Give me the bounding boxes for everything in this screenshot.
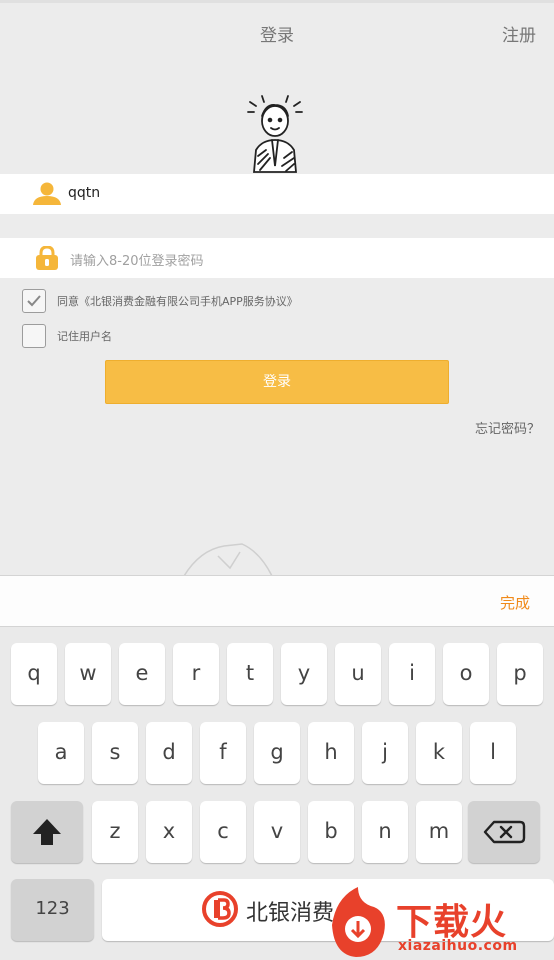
keyboard-toolbar: 完成 bbox=[0, 575, 554, 627]
agree-checkbox[interactable] bbox=[22, 289, 46, 313]
user-icon bbox=[33, 182, 61, 205]
shift-key[interactable] bbox=[11, 801, 83, 863]
key-j[interactable]: j bbox=[362, 722, 408, 784]
space-brand-text: 北银消费 bbox=[246, 901, 335, 926]
key-d[interactable]: d bbox=[146, 722, 192, 784]
checkmark-icon bbox=[27, 295, 41, 307]
remember-label: 记住用户名 bbox=[57, 330, 112, 343]
key-m[interactable]: m bbox=[416, 801, 462, 863]
key-l[interactable]: l bbox=[470, 722, 516, 784]
page-title: 登录 bbox=[260, 26, 294, 46]
keyboard: q w e r t y u i o p a s d f g h j k l z … bbox=[0, 627, 554, 960]
register-link[interactable]: 注册 bbox=[502, 21, 536, 46]
brand-logo-icon bbox=[202, 891, 238, 927]
key-q[interactable]: q bbox=[11, 643, 57, 705]
username-field[interactable]: qqtn bbox=[0, 174, 554, 214]
avatar-illustration bbox=[247, 95, 303, 173]
key-i[interactable]: i bbox=[389, 643, 435, 705]
key-z[interactable]: z bbox=[92, 801, 138, 863]
agree-label[interactable]: 同意《北银消费金融有限公司手机APP服务协议》 bbox=[57, 293, 298, 309]
watermark-url: xiazaihuo.com bbox=[398, 938, 518, 954]
key-n[interactable]: n bbox=[362, 801, 408, 863]
password-field[interactable]: 请输入8-20位登录密码 bbox=[0, 238, 554, 278]
key-t[interactable]: t bbox=[227, 643, 273, 705]
key-e[interactable]: e bbox=[119, 643, 165, 705]
key-v[interactable]: v bbox=[254, 801, 300, 863]
backspace-icon bbox=[483, 820, 526, 844]
login-button[interactable]: 登录 bbox=[105, 360, 449, 404]
password-placeholder: 请输入8-20位登录密码 bbox=[70, 254, 204, 269]
key-k[interactable]: k bbox=[416, 722, 462, 784]
forgot-password-link[interactable]: 忘记密码？ bbox=[475, 418, 540, 437]
remember-username-row[interactable]: 记住用户名 bbox=[22, 324, 112, 348]
remember-checkbox[interactable] bbox=[22, 324, 46, 348]
shift-icon bbox=[33, 819, 61, 845]
key-x[interactable]: x bbox=[146, 801, 192, 863]
key-c[interactable]: c bbox=[200, 801, 246, 863]
username-value: qqtn bbox=[68, 185, 101, 201]
agree-terms-row[interactable]: 同意《北银消费金融有限公司手机APP服务协议》 bbox=[22, 289, 298, 313]
key-h[interactable]: h bbox=[308, 722, 354, 784]
key-a[interactable]: a bbox=[38, 722, 84, 784]
key-s[interactable]: s bbox=[92, 722, 138, 784]
key-u[interactable]: u bbox=[335, 643, 381, 705]
top-bar: 登录 注册 bbox=[0, 0, 554, 62]
delete-key[interactable] bbox=[468, 801, 540, 863]
lock-icon bbox=[36, 246, 58, 270]
key-w[interactable]: w bbox=[65, 643, 111, 705]
key-b[interactable]: b bbox=[308, 801, 354, 863]
key-p[interactable]: p bbox=[497, 643, 543, 705]
key-f[interactable]: f bbox=[200, 722, 246, 784]
background-decoration bbox=[183, 543, 273, 577]
done-button[interactable]: 完成 bbox=[500, 592, 530, 613]
key-y[interactable]: y bbox=[281, 643, 327, 705]
key-r[interactable]: r bbox=[173, 643, 219, 705]
numbers-key[interactable]: 123 bbox=[11, 879, 94, 941]
key-g[interactable]: g bbox=[254, 722, 300, 784]
key-o[interactable]: o bbox=[443, 643, 489, 705]
